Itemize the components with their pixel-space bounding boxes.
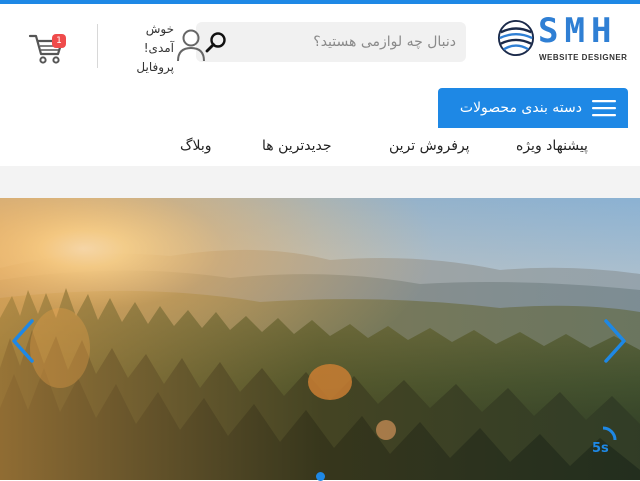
top-accent-bar (0, 0, 640, 4)
nav-separator-band (0, 166, 640, 198)
profile-label: پروفایل (136, 60, 174, 74)
logo-name: SMH (538, 11, 618, 51)
chevron-right-icon[interactable] (602, 318, 630, 364)
autoplay-timer: 5s (592, 441, 609, 456)
categories-button[interactable]: دسته بندی محصولات (438, 88, 628, 128)
greeting-line-2: آمدی! (143, 41, 174, 55)
nav-best-sellers[interactable]: پرفروش ترین (389, 138, 470, 154)
cart-count-badge: 1 (52, 34, 66, 48)
profile-text: خوش آمدی! پروفایل (128, 20, 174, 77)
greeting-line-1: خوش (145, 22, 174, 36)
categories-label: دسته بندی محصولات (459, 100, 582, 116)
search-bar (196, 22, 466, 62)
hamburger-icon (592, 100, 616, 117)
globe-logo-icon (497, 19, 535, 57)
header-divider (97, 24, 98, 68)
logo-tagline: WEBSITE DESIGNER (539, 53, 628, 62)
chevron-left-icon[interactable] (8, 318, 36, 364)
nav-blog[interactable]: وبلاگ (180, 138, 212, 154)
hero-slider[interactable] (0, 198, 640, 480)
nav-special-offers[interactable]: پیشنهاد ویژه (516, 138, 588, 154)
slide-image (0, 198, 640, 480)
user-icon (177, 29, 205, 62)
search-input[interactable] (236, 22, 456, 62)
nav-newest[interactable]: جدیدترین ها (262, 138, 332, 154)
profile-link[interactable]: خوش آمدی! پروفایل (128, 20, 208, 76)
site-logo[interactable]: SMH WEBSITE DESIGNER (497, 11, 637, 67)
